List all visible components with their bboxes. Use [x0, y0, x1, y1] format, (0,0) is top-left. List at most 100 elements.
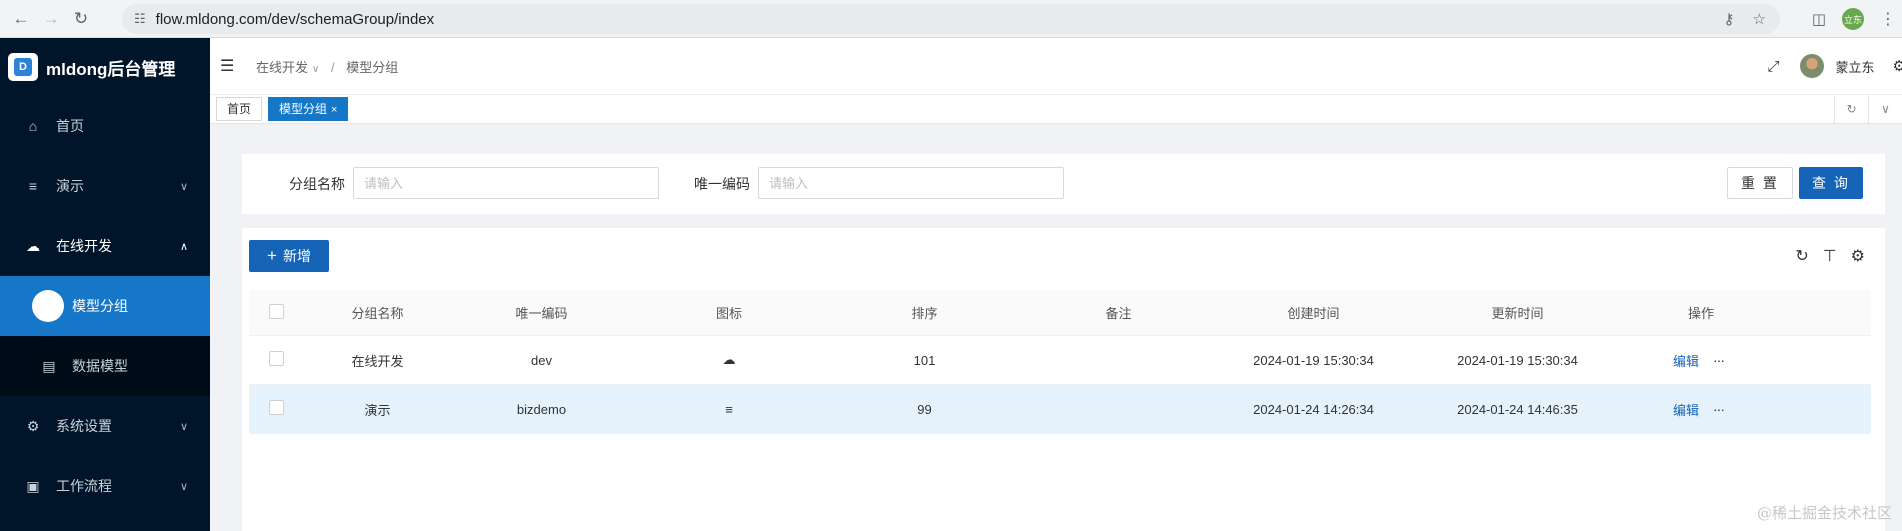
user-name[interactable]: 蒙立东	[1836, 57, 1875, 76]
gear-icon: ⚙	[26, 417, 40, 434]
sidebar: D mldong后台管理 ⌂ 首页 ≡ 演示 ∨ ☁ 在线开发 ∧ 模型分组 ▤…	[0, 38, 210, 531]
table-icon: ▤	[42, 357, 56, 374]
cell-sort: 101	[913, 352, 936, 368]
table-row: 在线开发 dev ☁ 101 2024-01-19 15:30:34 2024-…	[249, 336, 1871, 385]
app-logo-row[interactable]: D mldong后台管理	[0, 38, 210, 96]
breadcrumb-item: 模型分组	[346, 59, 399, 75]
browser-toolbar: ← → ↻ ☷ flow.mldong.com/dev/schemaGroup/…	[0, 0, 1902, 38]
sidebar-item-workflow[interactable]: ▣ 工作流程 ∨	[0, 456, 210, 516]
sidebar-item-label: 模型分组	[72, 298, 128, 314]
column-header: 备注	[1105, 306, 1132, 321]
column-header: 唯一编码	[515, 306, 568, 321]
top-header: ☰ 在线开发 ∨ / 模型分组 ⤢ 蒙立东 ⚙	[210, 38, 1902, 94]
sidebar-item-demo[interactable]: ≡ 演示 ∨	[0, 156, 210, 216]
fullscreen-icon[interactable]: ⤢	[1768, 58, 1780, 75]
column-settings-icon[interactable]: ⚙	[1851, 246, 1865, 266]
back-icon[interactable]: ←	[6, 4, 36, 34]
edit-link[interactable]: 编辑	[1673, 400, 1699, 419]
row-checkbox[interactable]	[269, 400, 284, 415]
watermark: @稀土掘金技术社区	[1756, 504, 1892, 522]
column-header: 分组名称	[351, 306, 404, 321]
sidebar-item-system-settings[interactable]: ⚙ 系统设置 ∨	[0, 396, 210, 456]
reset-button[interactable]: 重 置	[1727, 167, 1793, 199]
sidebar-item-label: 在线开发	[56, 238, 112, 254]
site-info-icon[interactable]: ☷	[134, 11, 146, 27]
column-header: 图标	[715, 306, 742, 321]
chevron-down-icon: ∨	[179, 480, 188, 493]
sidebar-item-label: 演示	[56, 178, 84, 194]
profile-avatar[interactable]: 立东	[1842, 8, 1864, 30]
cloud-icon: ☁	[722, 352, 736, 367]
cell-name: 在线开发	[351, 353, 404, 369]
cell-created: 2024-01-24 14:26:34	[1253, 401, 1374, 417]
select-all-checkbox[interactable]	[269, 303, 284, 319]
more-actions-icon[interactable]: ···	[1713, 352, 1725, 368]
url-text: flow.mldong.com/dev/schemaGroup/index	[155, 10, 435, 28]
circle-icon	[32, 290, 64, 322]
search-form: 分组名称 唯一编码 重 置 查 询	[242, 154, 1885, 214]
laptop-icon: ▣	[26, 477, 40, 494]
cell-name: 演示	[364, 402, 391, 418]
cell-updated: 2024-01-24 14:46:35	[1457, 401, 1578, 417]
sidebar-item-data-model[interactable]: ▤ 数据模型	[0, 336, 210, 396]
reload-icon[interactable]: ↻	[66, 4, 96, 34]
chevron-down-icon: ∨	[179, 420, 188, 433]
sidebar-item-label: 工作流程	[56, 478, 112, 494]
cell-code: dev	[531, 352, 552, 368]
forward-icon[interactable]: →	[36, 4, 66, 34]
column-header: 创建时间	[1287, 306, 1340, 321]
avatar[interactable]	[1799, 54, 1824, 78]
bookmark-star-icon[interactable]: ☆	[1753, 10, 1766, 28]
cell-sort: 99	[917, 401, 932, 417]
cell-created: 2024-01-19 15:30:34	[1253, 352, 1374, 368]
sidebar-item-label: 数据模型	[72, 358, 128, 374]
refresh-tab-icon[interactable]: ↻	[1834, 95, 1868, 123]
group-name-input[interactable]	[353, 167, 659, 199]
row-checkbox[interactable]	[269, 351, 284, 366]
query-button[interactable]: 查 询	[1799, 167, 1863, 199]
table-header-row: 分组名称 唯一编码 图标 排序 备注 创建时间 更新时间 操作	[249, 290, 1871, 336]
browser-menu-icon[interactable]: ⋮	[1880, 9, 1896, 29]
add-button[interactable]: + 新增	[249, 240, 329, 272]
plus-icon: +	[267, 246, 277, 265]
sidebar-item-label: 系统设置	[56, 418, 112, 434]
refresh-icon[interactable]: ↻	[1795, 246, 1808, 266]
tabs-bar: 首页 模型分组 × ↻ ∨	[210, 94, 1902, 124]
chevron-down-icon: ∨	[312, 63, 320, 75]
home-icon: ⌂	[28, 118, 38, 134]
edit-link[interactable]: 编辑	[1673, 351, 1699, 370]
close-icon[interactable]: ×	[331, 104, 337, 116]
app-title: mldong后台管理	[46, 59, 176, 79]
column-height-icon[interactable]: ⊤	[1823, 246, 1837, 266]
sidebar-item-home[interactable]: ⌂ 首页	[0, 96, 210, 156]
list-icon: ≡	[28, 178, 38, 194]
sidebar-item-label: 首页	[56, 118, 84, 134]
chevron-down-icon: ∨	[179, 180, 188, 193]
group-name-label: 分组名称	[289, 176, 345, 192]
cell-updated: 2024-01-19 15:30:34	[1457, 352, 1578, 368]
chevron-down-icon[interactable]: ∨	[1868, 95, 1902, 123]
tab-home[interactable]: 首页	[216, 97, 263, 121]
app-logo: D	[8, 53, 38, 81]
menu-fold-icon[interactable]: ☰	[220, 56, 246, 76]
cell-code: bizdemo	[516, 401, 567, 417]
column-header: 更新时间	[1491, 306, 1544, 321]
sidebar-item-online-dev[interactable]: ☁ 在线开发 ∧	[0, 216, 210, 276]
sidebar-item-schema-group[interactable]: 模型分组	[0, 276, 210, 336]
list-icon: ≡	[725, 401, 733, 417]
breadcrumb-item[interactable]: 在线开发	[256, 60, 308, 75]
key-icon[interactable]: ⚷	[1724, 10, 1735, 28]
chevron-up-icon: ∧	[179, 240, 188, 253]
table-card: + 新增 ↻ ⊤ ⚙ 分组名称 唯一编码 图标 排序 备注 创建时间 更新时间 …	[242, 228, 1885, 531]
breadcrumb: 在线开发 ∨ / 模型分组	[256, 57, 398, 76]
code-input[interactable]	[758, 167, 1064, 199]
data-table: 分组名称 唯一编码 图标 排序 备注 创建时间 更新时间 操作 在线开发 dev…	[249, 290, 1871, 434]
breadcrumb-separator: /	[330, 59, 335, 75]
settings-icon[interactable]: ⚙	[1893, 57, 1902, 75]
cloud-icon: ☁	[26, 237, 40, 254]
more-actions-icon[interactable]: ···	[1713, 401, 1725, 417]
tab-schema-group[interactable]: 模型分组 ×	[268, 97, 349, 121]
address-bar[interactable]: ☷ flow.mldong.com/dev/schemaGroup/index …	[122, 4, 1780, 34]
code-label: 唯一编码	[694, 176, 750, 192]
extensions-icon[interactable]: ◫	[1812, 10, 1826, 28]
